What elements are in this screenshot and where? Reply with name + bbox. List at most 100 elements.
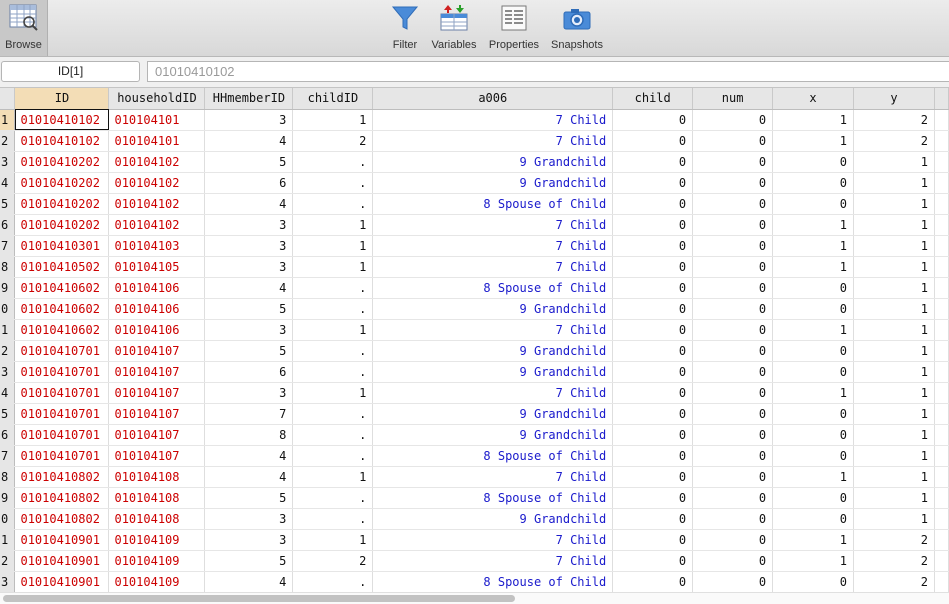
cell-hhmemberid[interactable]: 3 (204, 508, 294, 530)
row-number[interactable]: 6 (0, 214, 16, 236)
table-row[interactable]: 9 01010410602 010104106 4. 8 Spouse of Child… (0, 277, 949, 299)
cell-y[interactable]: 1 (853, 235, 935, 257)
cell-hhmemberid[interactable]: 3 (204, 319, 294, 341)
cell-childid[interactable]: 1 (292, 256, 374, 278)
cell-x[interactable]: 0 (772, 172, 854, 194)
cell-num[interactable]: 0 (692, 550, 774, 572)
cell-child[interactable]: 0 (612, 109, 694, 131)
row-number[interactable]: 7 (0, 235, 16, 257)
cell-id[interactable]: 01010410202 (14, 172, 110, 194)
cell-householdid[interactable]: 010104101 (108, 130, 206, 152)
cell-y[interactable]: 1 (853, 214, 935, 236)
cell-hhmemberid[interactable]: 4 (204, 466, 294, 488)
cell-num[interactable]: 0 (692, 403, 774, 425)
cell-value-field[interactable]: 01010410102 (147, 61, 949, 82)
cell-x[interactable]: 0 (772, 340, 854, 362)
row-number[interactable]: 8 (0, 256, 16, 278)
cell-childid[interactable]: . (292, 193, 374, 215)
cell-childid[interactable]: 1 (292, 466, 374, 488)
cell-y[interactable]: 1 (853, 151, 935, 173)
cell-a006[interactable]: 7 Child (372, 214, 614, 236)
cell-x[interactable]: 0 (772, 445, 854, 467)
cell-householdid[interactable]: 010104108 (108, 508, 206, 530)
row-number[interactable]: 5 (0, 403, 16, 425)
variables-button[interactable]: Variables (428, 0, 480, 56)
cell-x[interactable]: 0 (772, 487, 854, 509)
cell-childid[interactable]: . (292, 445, 374, 467)
cell-reference-field[interactable]: ID[1] (1, 61, 140, 82)
cell-a006[interactable]: 9 Grandchild (372, 508, 614, 530)
cell-num[interactable]: 0 (692, 298, 774, 320)
cell-child[interactable]: 0 (612, 340, 694, 362)
column-header-id[interactable]: ID (14, 88, 110, 110)
column-header-num[interactable]: num (692, 88, 774, 110)
cell-child[interactable]: 0 (612, 571, 694, 592)
cell-a006[interactable]: 9 Grandchild (372, 298, 614, 320)
cell-householdid[interactable]: 010104107 (108, 445, 206, 467)
cell-householdid[interactable]: 010104108 (108, 466, 206, 488)
properties-button[interactable]: Properties (485, 0, 543, 56)
cell-householdid[interactable]: 010104105 (108, 256, 206, 278)
cell-child[interactable]: 0 (612, 403, 694, 425)
cell-y[interactable]: 1 (853, 466, 935, 488)
cell-child[interactable]: 0 (612, 466, 694, 488)
table-row[interactable]: 7 01010410301 010104103 3 1 7 Child 0 0 1 1 (0, 235, 949, 257)
data-grid[interactable]: ID householdID HHmemberID childID a006 child n… (0, 88, 949, 592)
cell-child[interactable]: 0 (612, 193, 694, 215)
cell-childid[interactable]: . (292, 277, 374, 299)
cell-a006[interactable]: 9 Grandchild (372, 424, 614, 446)
cell-id[interactable]: 01010410602 (14, 298, 110, 320)
cell-y[interactable]: 2 (853, 109, 935, 131)
cell-num[interactable]: 0 (692, 382, 774, 404)
cell-x[interactable]: 1 (772, 214, 854, 236)
cell-childid[interactable]: 2 (292, 130, 374, 152)
cell-childid[interactable]: 1 (292, 382, 374, 404)
cell-id[interactable]: 01010410901 (14, 529, 110, 551)
cell-x[interactable]: 1 (772, 529, 854, 551)
cell-hhmemberid[interactable]: 5 (204, 151, 294, 173)
cell-a006[interactable]: 8 Spouse of Child (372, 487, 614, 509)
cell-num[interactable]: 0 (692, 340, 774, 362)
table-row[interactable]: 3 01010410701 010104107 6. 9 Grandchild 0 0 0 1 (0, 361, 949, 383)
cell-childid[interactable]: . (292, 172, 374, 194)
cell-a006[interactable]: 8 Spouse of Child (372, 571, 614, 592)
row-number[interactable]: 1 (0, 529, 16, 551)
cell-y[interactable]: 2 (853, 130, 935, 152)
cell-hhmemberid[interactable]: 6 (204, 172, 294, 194)
cell-id[interactable]: 01010410202 (14, 214, 110, 236)
table-row[interactable]: 8 01010410802 010104108 4 1 7 Child 0 0 1 1 (0, 466, 949, 488)
row-number[interactable]: 9 (0, 277, 16, 299)
filter-button[interactable]: Filter (388, 0, 422, 56)
cell-y[interactable]: 1 (853, 298, 935, 320)
cell-a006[interactable]: 7 Child (372, 130, 614, 152)
cell-householdid[interactable]: 010104102 (108, 151, 206, 173)
cell-id[interactable]: 01010410602 (14, 319, 110, 341)
cell-id[interactable]: 01010410701 (14, 403, 110, 425)
cell-x[interactable]: 0 (772, 298, 854, 320)
cell-householdid[interactable]: 010104102 (108, 172, 206, 194)
cell-hhmemberid[interactable]: 5 (204, 340, 294, 362)
row-number[interactable]: 4 (0, 382, 16, 404)
cell-childid[interactable]: . (292, 340, 374, 362)
cell-householdid[interactable]: 010104108 (108, 487, 206, 509)
cell-x[interactable]: 0 (772, 403, 854, 425)
table-row[interactable]: 0 01010410802 010104108 3. 9 Grandchild 0 0 0 1 (0, 508, 949, 530)
cell-num[interactable]: 0 (692, 130, 774, 152)
cell-x[interactable]: 0 (772, 508, 854, 530)
cell-num[interactable]: 0 (692, 445, 774, 467)
cell-y[interactable]: 1 (853, 256, 935, 278)
cell-householdid[interactable]: 010104106 (108, 319, 206, 341)
cell-id[interactable]: 01010410901 (14, 550, 110, 572)
table-row[interactable]: 6 01010410202 010104102 3 1 7 Child 0 0 1 1 (0, 214, 949, 236)
cell-id[interactable]: 01010410802 (14, 508, 110, 530)
horizontal-scrollbar[interactable] (0, 592, 949, 604)
cell-num[interactable]: 0 (692, 529, 774, 551)
column-header-a006[interactable]: a006 (372, 88, 614, 110)
cell-a006[interactable]: 7 Child (372, 319, 614, 341)
cell-child[interactable]: 0 (612, 550, 694, 572)
cell-id[interactable]: 01010410602 (14, 277, 110, 299)
cell-a006[interactable]: 7 Child (372, 466, 614, 488)
cell-y[interactable]: 1 (853, 277, 935, 299)
cell-hhmemberid[interactable]: 6 (204, 361, 294, 383)
cell-householdid[interactable]: 010104102 (108, 193, 206, 215)
